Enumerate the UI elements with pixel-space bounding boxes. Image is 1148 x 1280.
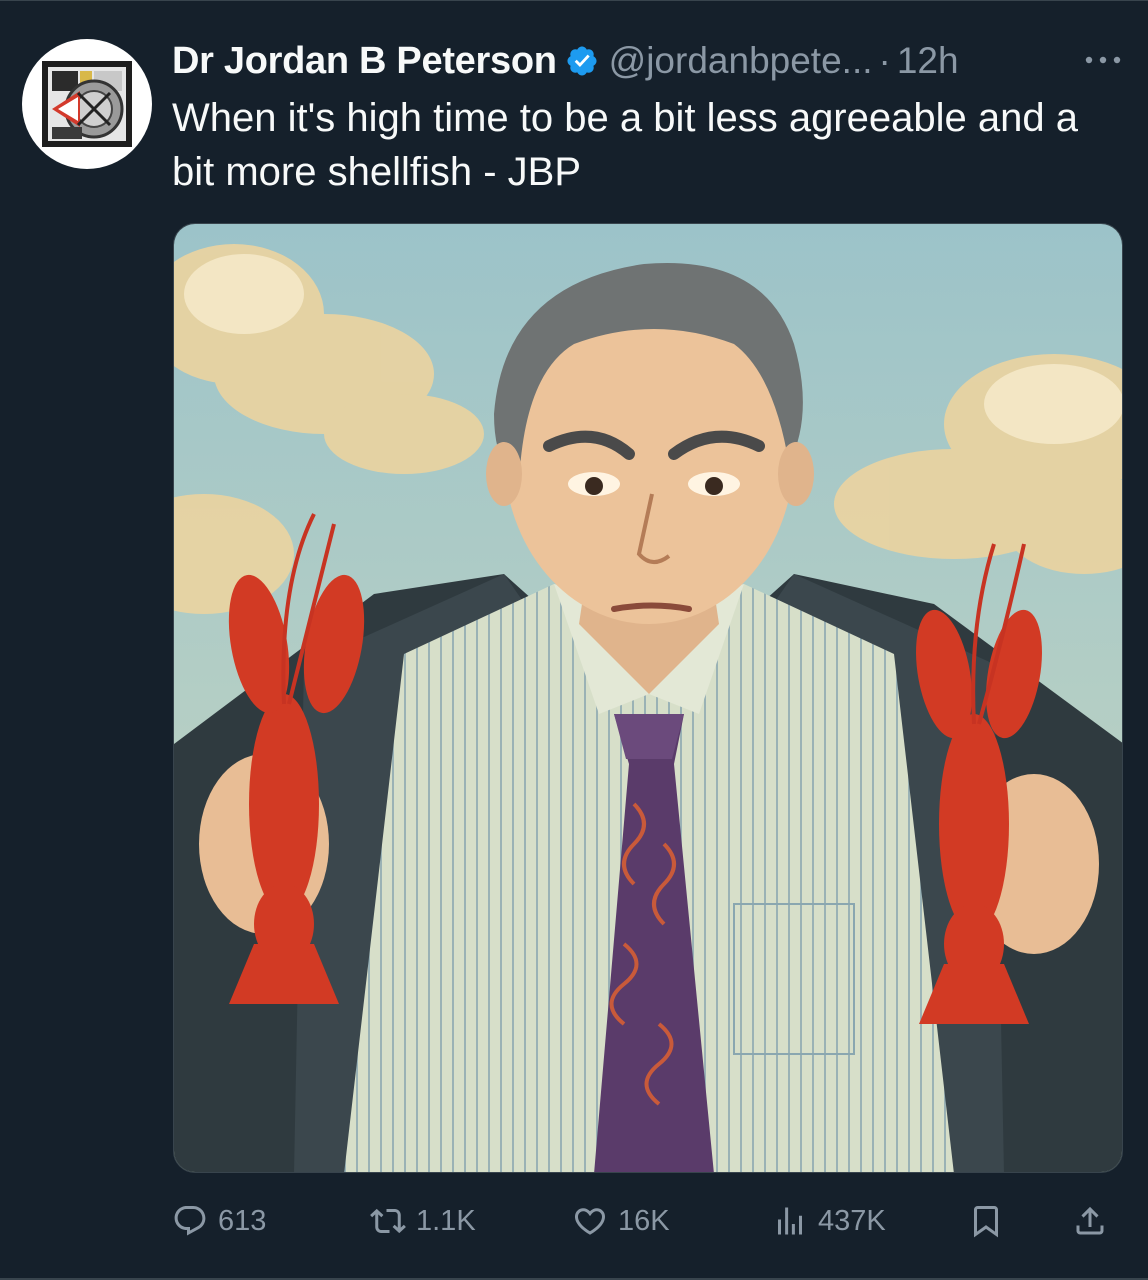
- views-count: 437K: [818, 1204, 886, 1237]
- share-button[interactable]: [1072, 1197, 1118, 1245]
- verified-badge-icon: [567, 46, 597, 76]
- more-options-icon[interactable]: [1080, 45, 1126, 75]
- tweet-text: When it's high time to be a bit less agr…: [172, 96, 1078, 194]
- like-count: 16K: [618, 1204, 670, 1237]
- retweet-count: 1.1K: [416, 1204, 476, 1237]
- avatar[interactable]: [22, 39, 152, 169]
- reply-button[interactable]: 613: [172, 1197, 266, 1245]
- bookmark-icon: [974, 1206, 998, 1238]
- timestamp[interactable]: 12h: [897, 40, 959, 82]
- retweet-button[interactable]: 1.1K: [370, 1197, 476, 1245]
- heart-icon: [574, 1208, 606, 1235]
- tweet-image[interactable]: [173, 223, 1123, 1173]
- retweet-icon: [370, 1208, 406, 1234]
- reply-count: 613: [218, 1204, 267, 1237]
- illustration-man-holding-lobsters: [174, 224, 1122, 1172]
- tweet-card[interactable]: Dr Jordan B Peterson @jordanbpete... · 1…: [0, 0, 1148, 1280]
- author-name[interactable]: Dr Jordan B Peterson: [172, 40, 557, 83]
- author-handle[interactable]: @jordanbpete...: [609, 40, 873, 82]
- action-bar: 613 1.1K 16K 437K: [172, 1197, 1122, 1245]
- share-icon: [1076, 1206, 1104, 1235]
- tweet-header: Dr Jordan B Peterson @jordanbpete... · 1…: [172, 39, 959, 83]
- like-button[interactable]: 16K: [572, 1197, 670, 1245]
- separator-dot: ·: [878, 40, 891, 81]
- views-button[interactable]: 437K: [772, 1197, 886, 1245]
- bookmark-button[interactable]: [968, 1197, 1014, 1245]
- reply-icon: [174, 1206, 206, 1236]
- avatar-logo-icon: [42, 61, 132, 147]
- views-icon: [778, 1207, 802, 1235]
